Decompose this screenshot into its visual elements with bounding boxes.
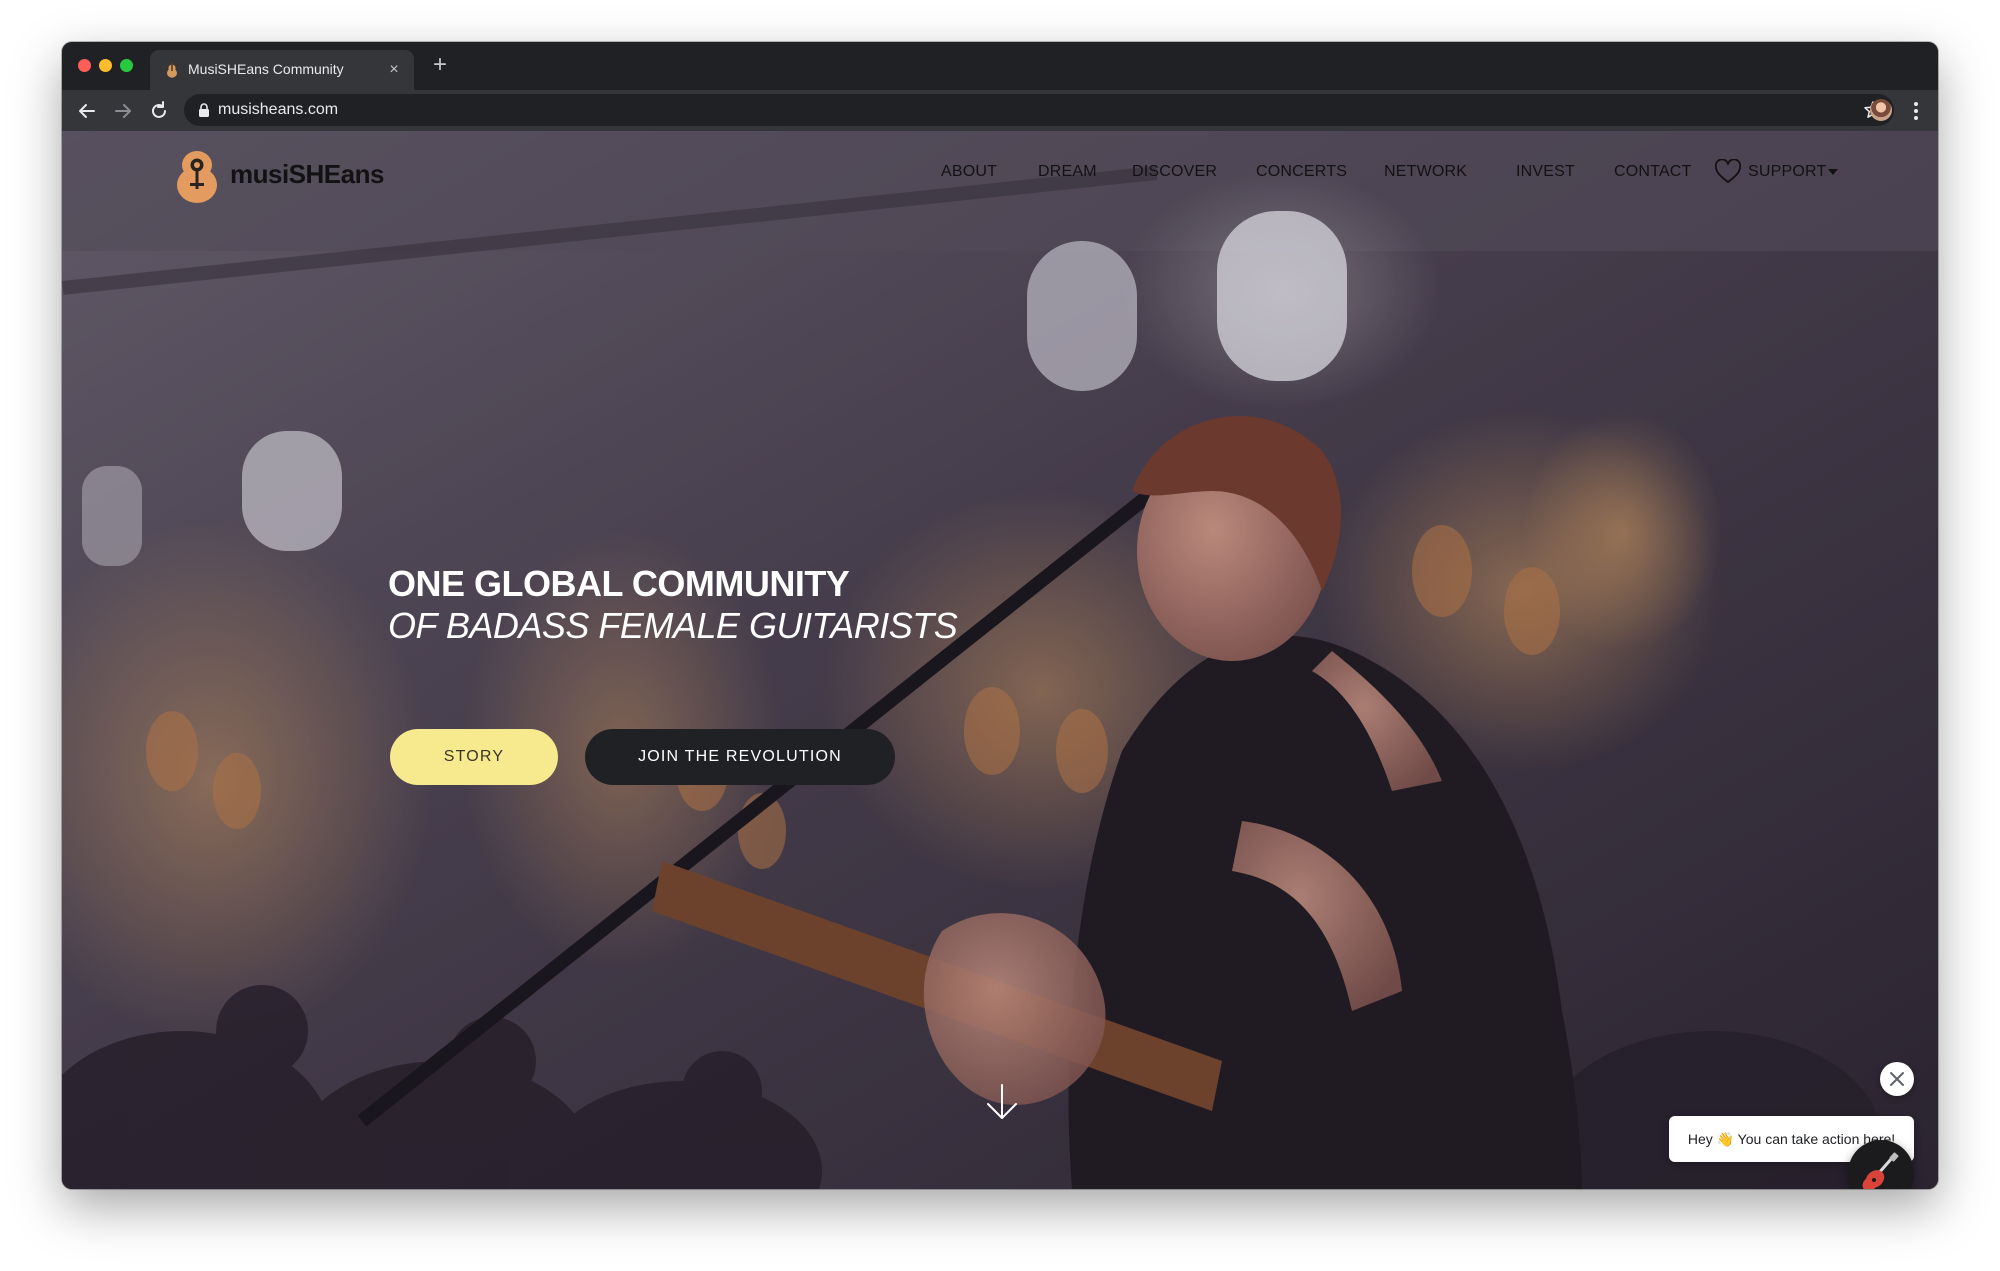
minimize-window-button[interactable] (99, 59, 112, 72)
heart-icon[interactable] (1714, 159, 1742, 185)
back-icon[interactable] (74, 98, 100, 124)
new-tab-button[interactable]: + (428, 53, 452, 78)
tab-title: MusiSHEans Community (188, 61, 344, 77)
page-viewport: musiSHEans ABOUT DREAM DISCOVER CONCERTS… (62, 131, 1938, 1189)
nav-about[interactable]: ABOUT (941, 163, 997, 181)
close-window-button[interactable] (78, 59, 91, 72)
lock-icon (199, 103, 209, 117)
tab-strip: MusiSHEans Community × + (62, 42, 1938, 90)
browser-toolbar: musisheans.com (62, 90, 1938, 131)
maximize-window-button[interactable] (120, 59, 133, 72)
nav-invest[interactable]: INVEST (1516, 163, 1575, 181)
arrow-down-icon[interactable] (983, 1083, 1021, 1121)
main-navigation: ABOUT DREAM DISCOVER CONCERTS NETWORK IN… (62, 159, 1938, 187)
hero-background-photo (62, 131, 1938, 1189)
tab-close-button[interactable]: × (384, 60, 404, 80)
chat-close-button[interactable] (1880, 1062, 1914, 1096)
nav-network[interactable]: NETWORK (1384, 163, 1467, 181)
kebab-menu-icon[interactable] (1914, 100, 1918, 122)
nav-dream[interactable]: DREAM (1038, 163, 1097, 181)
close-icon (1890, 1072, 1904, 1086)
profile-avatar[interactable] (1870, 99, 1892, 121)
browser-tab[interactable]: MusiSHEans Community × (150, 50, 414, 90)
story-button[interactable]: STORY (390, 729, 558, 785)
address-bar[interactable]: musisheans.com (184, 94, 1894, 126)
reload-icon[interactable] (146, 98, 172, 124)
hero-subtitle: OF BADASS FEMALE GUITARISTS (388, 605, 958, 646)
nav-concerts[interactable]: CONCERTS (1256, 163, 1347, 181)
browser-window: MusiSHEans Community × + musisheans.com (62, 42, 1938, 1189)
chat-launcher-button[interactable] (1848, 1140, 1914, 1189)
guitar-icon (1862, 1152, 1899, 1189)
nav-support[interactable]: SUPPORT (1748, 163, 1826, 181)
url-text: musisheans.com (218, 101, 339, 118)
forward-icon[interactable] (110, 98, 136, 124)
hero-title: ONE GLOBAL COMMUNITY (388, 563, 850, 604)
nav-contact[interactable]: CONTACT (1614, 163, 1692, 181)
join-revolution-button[interactable]: JOIN THE REVOLUTION (585, 729, 895, 785)
chevron-down-icon[interactable] (1828, 169, 1838, 175)
guitar-favicon-icon (167, 62, 177, 78)
nav-discover[interactable]: DISCOVER (1132, 163, 1217, 181)
